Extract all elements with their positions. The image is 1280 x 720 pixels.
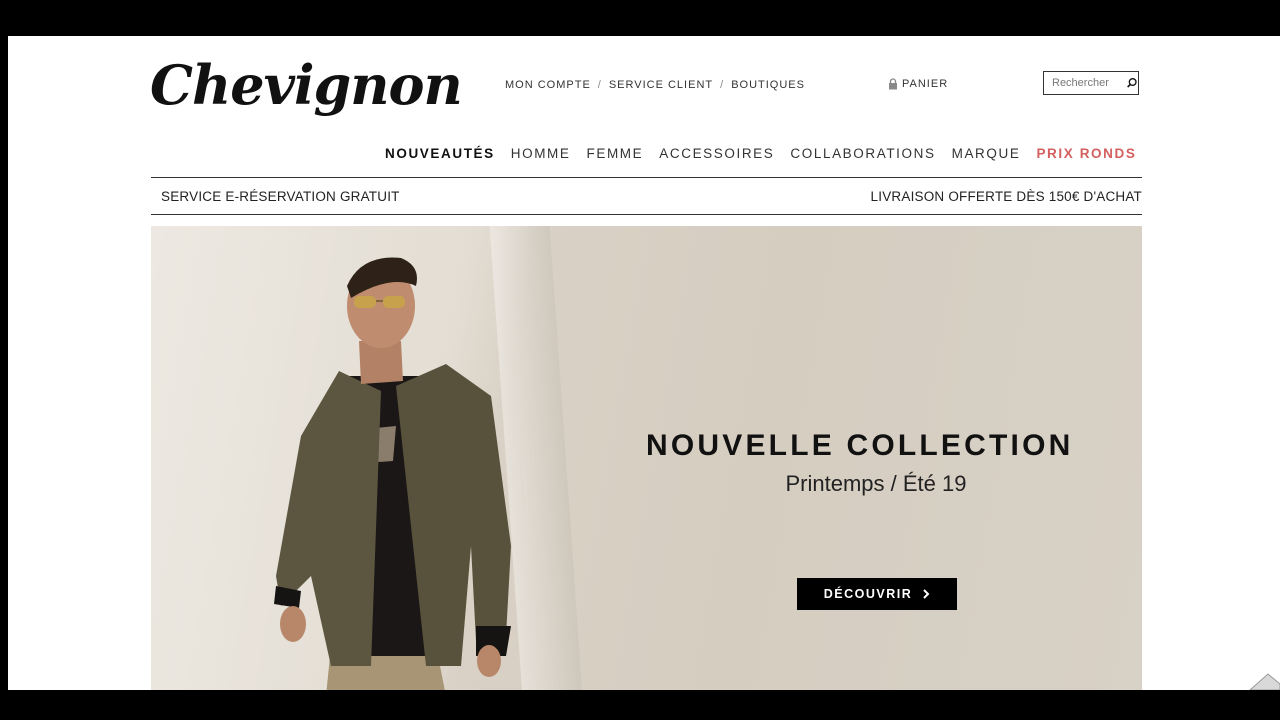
cart-label: PANIER (902, 78, 949, 90)
info-divider (151, 214, 1142, 215)
page: Chevignon MON COMPTE / SERVICE CLIENT / … (8, 36, 1280, 690)
lock-icon (889, 78, 897, 90)
search-box (1043, 71, 1139, 95)
chevron-right-icon (923, 589, 930, 599)
link-separator: / (720, 79, 725, 91)
link-boutiques[interactable]: BOUTIQUES (731, 79, 805, 91)
account-links: MON COMPTE / SERVICE CLIENT / BOUTIQUES (505, 79, 805, 91)
nav-nouveautes[interactable]: NOUVEAUTÉS (385, 146, 495, 161)
cart-link[interactable]: PANIER (888, 78, 948, 90)
scroll-up-icon[interactable] (1244, 670, 1280, 690)
info-bar: SERVICE E-RÉSERVATION GRATUIT LIVRAISON … (151, 179, 1142, 213)
nav-prix-ronds[interactable]: PRIX RONDS (1036, 146, 1136, 161)
discover-button-label: DÉCOUVRIR (823, 587, 913, 601)
link-separator: / (597, 79, 602, 91)
brand-logo[interactable]: Chevignon (150, 58, 463, 112)
search-icon[interactable] (1126, 74, 1138, 92)
nav-collaborations[interactable]: COLLABORATIONS (790, 146, 935, 161)
hero-banner[interactable]: NOUVELLE COLLECTION Printemps / Été 19 D… (151, 226, 1142, 690)
model-photo (274, 257, 511, 690)
nav-accessoires[interactable]: ACCESSOIRES (659, 146, 774, 161)
nav-homme[interactable]: HOMME (511, 146, 571, 161)
header-divider (151, 177, 1142, 178)
hero-title: NOUVELLE COLLECTION (646, 429, 1074, 462)
nav-femme[interactable]: FEMME (587, 146, 644, 161)
main-nav: NOUVEAUTÉS HOMME FEMME ACCESSOIRES COLLA… (385, 146, 1136, 161)
discover-button[interactable]: DÉCOUVRIR (797, 578, 957, 610)
search-input[interactable] (1050, 76, 1124, 90)
hero-subtitle: Printemps / Été 19 (785, 471, 967, 496)
link-service-client[interactable]: SERVICE CLIENT (609, 79, 713, 91)
reservation-notice[interactable]: SERVICE E-RÉSERVATION GRATUIT (151, 189, 400, 204)
shipping-notice[interactable]: LIVRAISON OFFERTE DÈS 150€ D'ACHAT (871, 189, 1142, 204)
nav-marque[interactable]: MARQUE (952, 146, 1021, 161)
link-mon-compte[interactable]: MON COMPTE (505, 79, 591, 91)
